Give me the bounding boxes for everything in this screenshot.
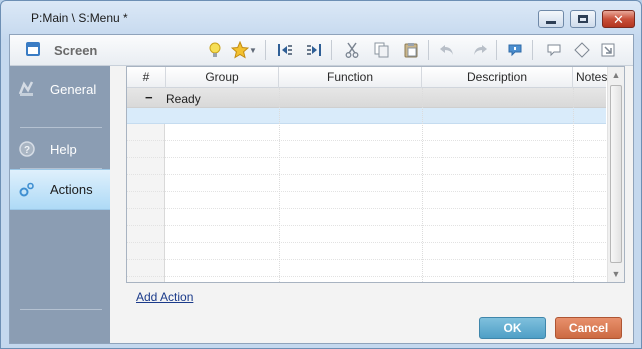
column-header-function[interactable]: Function [279,67,422,88]
redo-icon[interactable] [469,40,491,60]
toolbar-separator [265,40,266,60]
tag-icon[interactable] [571,40,593,60]
column-divider [573,88,574,282]
export-icon[interactable] [597,40,619,60]
sidebar-item-actions[interactable]: Actions [10,169,110,210]
sidebar-item-label: General [50,81,97,97]
vertical-scrollbar[interactable]: ▲ ▼ [607,67,624,282]
help-icon: ? [18,140,36,158]
column-header-group[interactable]: Group [166,67,279,88]
speech-bubble-icon[interactable] [543,40,565,60]
table-row[interactable] [127,158,606,175]
sidebar-item-label: Help [50,141,77,157]
maximize-icon [578,15,588,23]
minimize-icon [546,20,556,24]
column-header-description[interactable]: Description [422,67,573,88]
cancel-button[interactable]: Cancel [555,317,622,339]
toolbar-separator [331,40,332,60]
gears-icon [18,181,36,199]
sidebar-item-general[interactable]: General [10,69,110,109]
toolbar: Screen ▼ [10,35,633,66]
window-title: P:Main \ S:Menu * [31,11,128,25]
table-row[interactable] [127,175,606,192]
toolbar-separator [496,40,497,60]
minimize-button[interactable] [538,10,564,28]
add-action-link[interactable]: Add Action [136,290,193,304]
comment-icon[interactable] [504,40,526,60]
ok-button[interactable]: OK [479,317,546,339]
lightbulb-icon[interactable] [204,40,226,60]
maximize-button[interactable] [570,10,596,28]
outdent-icon[interactable] [274,40,296,60]
grid-header: # Group Function Description Notes [127,67,607,88]
collapse-icon[interactable]: − [145,90,153,105]
sidebar-item-help[interactable]: ? Help [10,129,110,169]
table-row[interactable] [127,108,606,124]
toolbar-separator [428,40,429,60]
indent-icon[interactable] [303,40,325,60]
nav-divider [20,309,102,310]
table-row[interactable] [127,226,606,243]
scroll-down-icon[interactable]: ▼ [608,266,624,282]
paste-icon[interactable] [400,40,422,60]
screen-label: Screen [54,43,98,58]
table-row[interactable] [127,124,606,141]
table-row[interactable] [127,260,606,277]
column-divider [422,88,423,282]
undo-icon[interactable] [436,40,458,60]
table-row[interactable] [127,243,606,260]
sidebar-item-label: Actions [50,182,93,197]
column-divider [279,88,280,282]
table-row[interactable] [127,141,606,158]
dialog-window: P:Main \ S:Menu * ✕ Screen ▼ General ? H… [0,0,642,349]
close-button[interactable]: ✕ [602,10,635,28]
svg-text:?: ? [24,145,30,156]
close-icon: ✕ [613,11,624,27]
scrollbar-thumb[interactable] [610,85,622,263]
toolbar-separator [532,40,533,60]
sidebar: General ? Help Actions [10,66,110,343]
table-row[interactable] [127,209,606,226]
star-dropdown-icon[interactable]: ▼ [248,40,258,60]
screen-icon [26,42,40,56]
dialog-client: Screen ▼ General ? Help Actions # Group … [9,34,634,344]
column-header-index[interactable]: # [127,67,166,88]
group-label: Ready [166,92,201,106]
group-row[interactable]: − Ready [127,88,606,108]
actions-grid[interactable]: # Group Function Description Notes − Rea… [126,66,625,283]
nav-divider [20,127,102,128]
table-row[interactable] [127,192,606,209]
scroll-up-icon[interactable]: ▲ [608,67,624,83]
general-icon [18,80,36,98]
column-header-notes[interactable]: Notes [573,67,607,88]
title-bar[interactable]: P:Main \ S:Menu * ✕ [1,1,641,34]
cut-icon[interactable] [341,40,363,60]
copy-icon[interactable] [371,40,393,60]
